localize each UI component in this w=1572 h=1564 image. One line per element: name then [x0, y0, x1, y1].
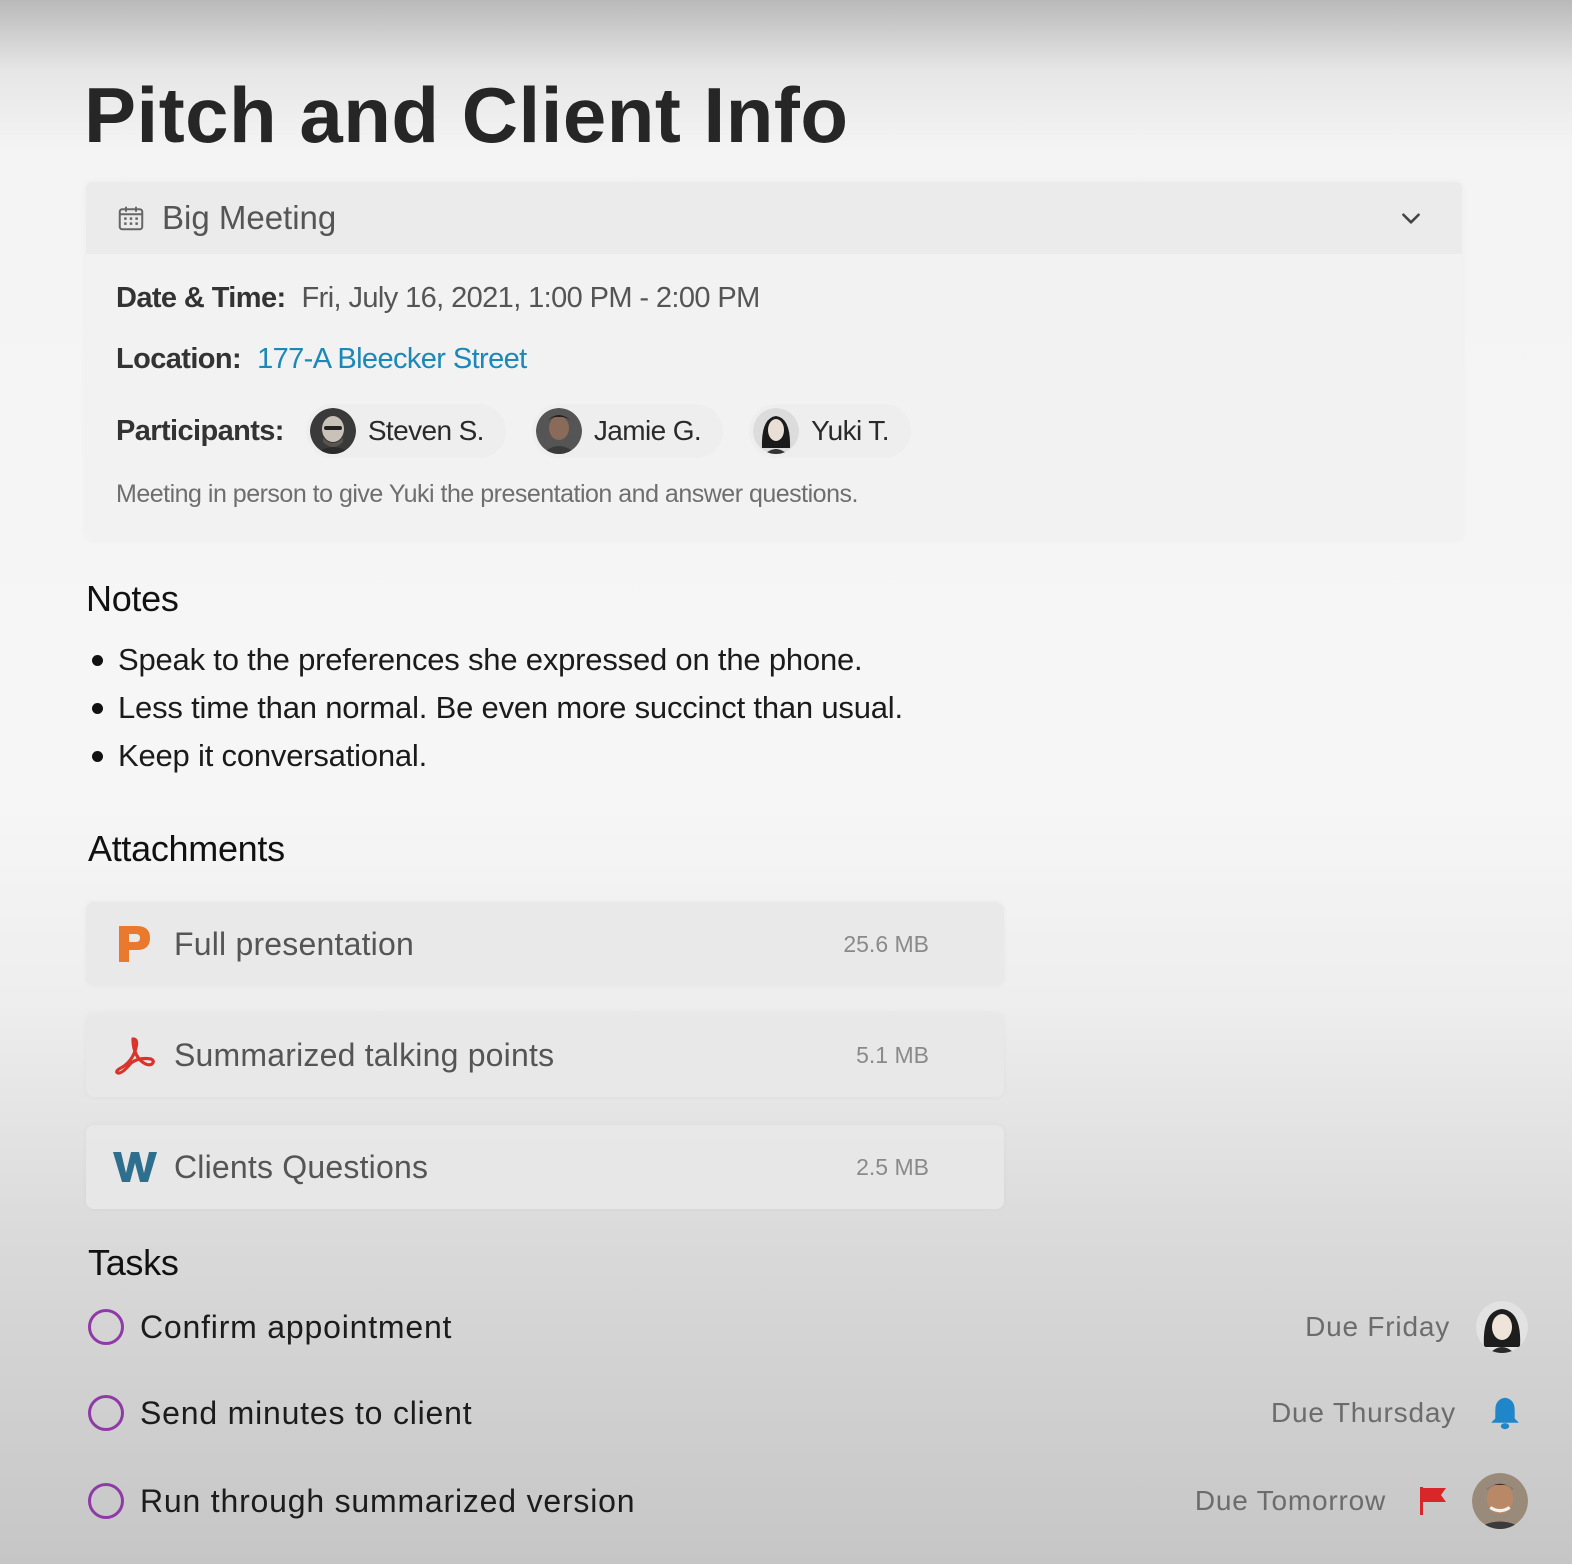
datetime-value: Fri, July 16, 2021, 1:00 PM - 2:00 PM	[301, 282, 761, 314]
location-row: Location: 177-A Bleecker Street	[116, 343, 1432, 376]
list-item: Speak to the preferences she expressed o…	[92, 636, 903, 684]
avatar	[535, 408, 582, 454]
location-link[interactable]: 177-A Bleecker Street	[257, 343, 527, 376]
attachment-item[interactable]: Summarized talking points 5.1 MB	[86, 1013, 1004, 1097]
task-due: Due Friday	[1305, 1311, 1450, 1342]
datetime-row: Date & Time: Fri, July 16, 2021, 1:00 PM…	[116, 282, 1432, 315]
attachment-name: Full presentation	[174, 925, 414, 962]
task-name: Confirm appointment	[140, 1308, 453, 1345]
word-icon	[112, 1144, 158, 1190]
meeting-card: Big Meeting Date & Time: Fri, July 16, 2…	[86, 182, 1462, 540]
flag-icon[interactable]	[1418, 1485, 1448, 1517]
attachment-name: Clients Questions	[174, 1148, 429, 1185]
assignee-avatar[interactable]	[1476, 1301, 1528, 1353]
task-checkbox[interactable]	[88, 1395, 124, 1431]
bell-icon[interactable]	[1488, 1395, 1522, 1431]
task-name: Run through summarized version	[140, 1482, 636, 1519]
participant-name: Jamie G.	[593, 415, 702, 446]
meeting-details: Date & Time: Fri, July 16, 2021, 1:00 PM…	[86, 254, 1462, 509]
task-due: Due Thursday	[1271, 1397, 1456, 1428]
attachment-size: 25.6 MB	[843, 930, 929, 957]
task-item: Run through summarized version Due Tomor…	[88, 1473, 1528, 1529]
bullet-icon	[92, 702, 103, 714]
task-item: Send minutes to client Due Thursday	[88, 1386, 1528, 1440]
task-item: Confirm appointment Due Friday	[88, 1300, 1528, 1354]
attachment-item[interactable]: Full presentation 25.6 MB	[86, 902, 1004, 986]
task-name: Send minutes to client	[140, 1394, 473, 1431]
attachment-item[interactable]: Clients Questions 2.5 MB	[86, 1125, 1004, 1209]
task-meta: Due Tomorrow	[1195, 1473, 1528, 1529]
note-text: Keep it conversational.	[118, 738, 428, 773]
bullet-icon	[92, 750, 103, 762]
participant-chip[interactable]: Yuki T.	[749, 404, 911, 458]
task-meta: Due Thursday	[1271, 1395, 1528, 1431]
notes-heading: Notes	[86, 578, 179, 619]
chevron-down-icon[interactable]	[1398, 205, 1424, 231]
pdf-icon	[112, 1032, 158, 1078]
avatar	[309, 408, 356, 454]
attachment-size: 5.1 MB	[856, 1041, 929, 1068]
participants-label: Participants:	[116, 414, 284, 447]
task-checkbox[interactable]	[88, 1309, 124, 1345]
meeting-title: Big Meeting	[162, 199, 337, 236]
location-label: Location:	[116, 343, 242, 375]
attachments-heading: Attachments	[88, 828, 285, 869]
attachment-name: Summarized talking points	[174, 1036, 555, 1073]
participant-name: Steven S.	[367, 415, 485, 446]
task-due: Due Tomorrow	[1194, 1485, 1386, 1516]
participants-list: Steven S. Jamie G. Yuki T.	[305, 404, 937, 458]
calendar-icon	[118, 206, 144, 231]
page-title: Pitch and Client Info	[84, 71, 849, 159]
participant-name: Yuki T.	[811, 415, 889, 446]
assignee-avatar[interactable]	[1472, 1473, 1528, 1529]
bullet-icon	[92, 654, 103, 666]
notes-list: Speak to the preferences she expressed o…	[92, 636, 903, 780]
meeting-header[interactable]: Big Meeting	[86, 182, 1462, 254]
tasks-heading: Tasks	[88, 1242, 179, 1283]
note-text: Less time than normal. Be even more succ…	[118, 690, 903, 725]
note-text: Speak to the preferences she expressed o…	[118, 642, 863, 677]
avatar	[753, 408, 800, 454]
task-checkbox[interactable]	[88, 1483, 124, 1519]
participants-row: Participants: Steven S. Jamie G. Yuki T.	[116, 404, 1432, 458]
participant-chip[interactable]: Steven S.	[305, 404, 506, 458]
datetime-label: Date & Time:	[116, 282, 286, 314]
powerpoint-icon	[112, 921, 158, 967]
list-item: Keep it conversational.	[92, 732, 903, 780]
meeting-description: Meeting in person to give Yuki the prese…	[116, 480, 858, 508]
list-item: Less time than normal. Be even more succ…	[92, 684, 903, 732]
attachment-size: 2.5 MB	[856, 1153, 929, 1180]
task-meta: Due Friday	[1305, 1301, 1528, 1353]
participant-chip[interactable]: Jamie G.	[531, 404, 724, 458]
